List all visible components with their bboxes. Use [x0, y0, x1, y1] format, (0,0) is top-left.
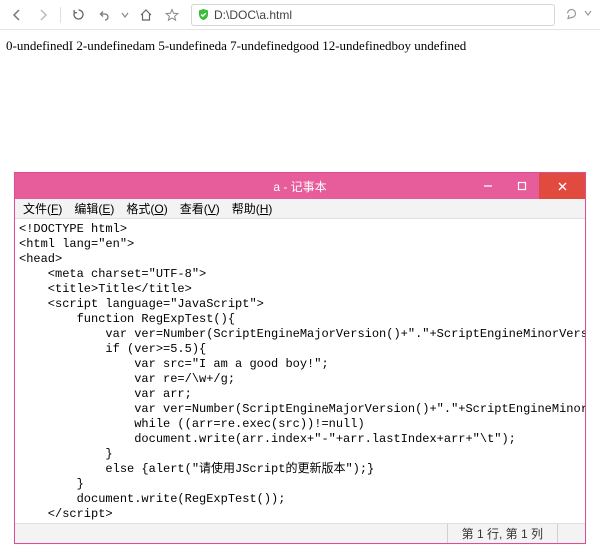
- menu-edit[interactable]: 编辑(E): [70, 200, 118, 217]
- chevron-down-icon[interactable]: [584, 9, 592, 20]
- page-output: 0-undefinedI 2-undefinedam 5-undefineda …: [0, 30, 600, 62]
- status-cursor: 第 1 行, 第 1 列: [447, 524, 557, 543]
- back-button[interactable]: [6, 4, 28, 26]
- undo-button[interactable]: [93, 4, 115, 26]
- browser-toolbar: D:\DOC\a.html: [0, 0, 600, 30]
- bookmark-icon[interactable]: [565, 7, 578, 23]
- separator: [60, 7, 61, 23]
- notepad-window: a - 记事本 文件(F) 编辑(E) 格式(O) 查看(V) 帮助(H) <!…: [14, 172, 586, 544]
- menu-file[interactable]: 文件(F): [19, 200, 66, 217]
- notepad-statusbar: 第 1 行, 第 1 列: [15, 523, 585, 543]
- maximize-button[interactable]: [505, 173, 539, 199]
- menu-help[interactable]: 帮助(H): [228, 200, 277, 217]
- reload-button[interactable]: [67, 4, 89, 26]
- home-button[interactable]: [135, 4, 157, 26]
- address-text: D:\DOC\a.html: [214, 8, 292, 22]
- notepad-code[interactable]: <!DOCTYPE html> <html lang="en"> <head> …: [19, 222, 581, 523]
- notepad-titlebar[interactable]: a - 记事本: [15, 173, 585, 199]
- page-output-text: 0-undefinedI 2-undefinedam 5-undefineda …: [6, 38, 466, 53]
- dropdown-icon[interactable]: [119, 4, 131, 26]
- favorite-button[interactable]: [161, 4, 183, 26]
- menu-view[interactable]: 查看(V): [176, 200, 224, 217]
- forward-button[interactable]: [32, 4, 54, 26]
- shield-icon: [196, 8, 210, 22]
- address-bar[interactable]: D:\DOC\a.html: [191, 4, 555, 26]
- notepad-menubar: 文件(F) 编辑(E) 格式(O) 查看(V) 帮助(H): [15, 199, 585, 219]
- window-controls: [471, 173, 585, 199]
- notepad-body[interactable]: <!DOCTYPE html> <html lang="en"> <head> …: [15, 219, 585, 523]
- status-spacer: [557, 524, 577, 543]
- minimize-button[interactable]: [471, 173, 505, 199]
- close-button[interactable]: [539, 173, 585, 199]
- menu-format[interactable]: 格式(O): [122, 200, 171, 217]
